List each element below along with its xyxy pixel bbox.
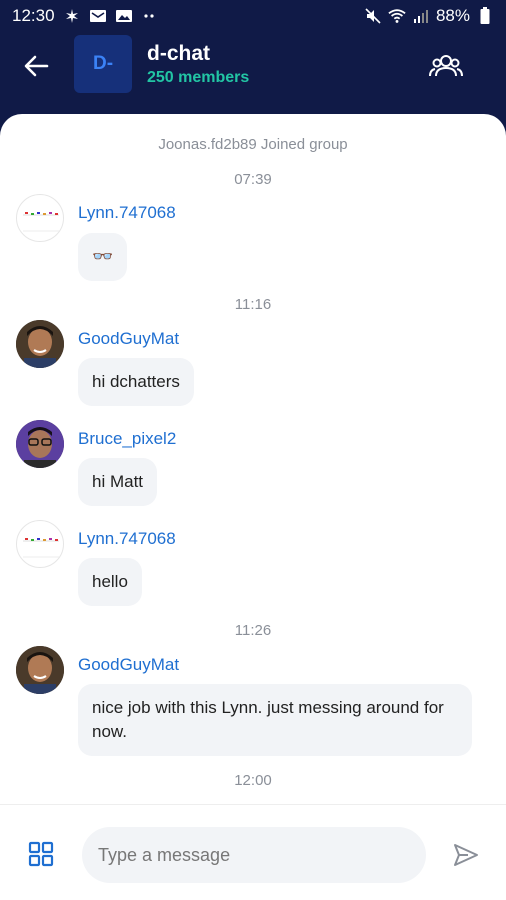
message-list[interactable]: Joonas.fd2b89 Joined group 07:39 Lynn.74… [0,114,506,804]
sender-name[interactable]: Bruce_pixel2 [78,429,176,449]
apps-button[interactable] [28,841,54,867]
signal-icon [412,7,430,25]
app-notification-icon [63,7,81,25]
avatar-goodguymat[interactable] [16,320,64,368]
avatar-bruce[interactable] [16,420,64,468]
wifi-icon [388,7,406,25]
back-arrow-icon [24,55,49,77]
avatar-lynn[interactable] [16,520,64,568]
sender-name[interactable]: Lynn.747068 [78,529,176,549]
members-button[interactable] [428,50,464,82]
system-message: Joonas.fd2b89 Joined group [158,136,348,153]
status-time: 12:30 [12,6,55,25]
battery-icon [476,7,494,25]
back-button[interactable] [20,50,52,82]
members-icon [429,55,463,77]
send-button[interactable] [452,841,480,869]
chat-header: D- d-chat 250 members [0,32,506,114]
timestamp: 11:26 [234,622,272,639]
mail-notification-icon [89,7,107,25]
members-count[interactable]: 250 members [147,69,249,87]
sender-name[interactable]: Lynn.747068 [78,203,176,223]
apps-grid-icon [28,841,54,867]
avatar-goodguymat[interactable] [16,646,64,694]
more-notifications-icon [141,7,159,25]
group-avatar[interactable]: D- [74,35,132,93]
timestamp: 11:16 [234,296,272,313]
status-bar: 12:30 88% [0,0,506,32]
avatar-lynn[interactable] [16,194,64,242]
message-bubble[interactable]: hi Matt [78,458,158,506]
timestamp: 12:00 [234,772,272,789]
status-right: 88% [364,6,494,26]
message-bubble[interactable]: hi dchatters [78,358,194,406]
battery-percent: 88% [435,6,470,25]
composer-bar [0,804,506,900]
send-icon [454,844,478,866]
message-bubble[interactable]: hello [78,558,142,606]
gallery-notification-icon [115,7,133,25]
group-title[interactable]: d-chat [147,42,210,66]
message-bubble[interactable]: nice job with this Lynn. just messing ar… [78,684,472,756]
sender-name[interactable]: GoodGuyMat [78,655,179,675]
mute-icon [364,7,382,25]
sender-name[interactable]: GoodGuyMat [78,329,179,349]
message-bubble[interactable]: 👓 [78,233,128,281]
timestamp: 07:39 [234,171,272,188]
message-input[interactable] [82,827,426,883]
status-left: 12:30 [12,6,159,26]
